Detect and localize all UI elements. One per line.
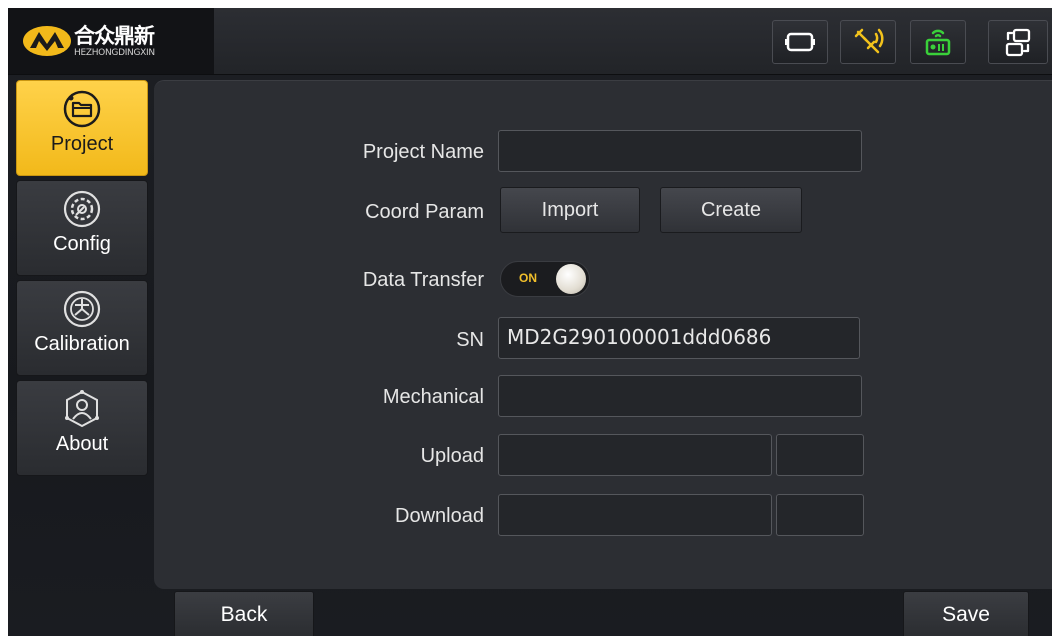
logo-mark-icon <box>23 26 71 56</box>
radio-icon <box>925 29 951 56</box>
data-transfer-label: Data Transfer <box>362 269 484 291</box>
project-panel: Project Name Coord Param Import Create D… <box>154 80 1052 589</box>
sidebar-item-label: Config <box>53 233 111 255</box>
sidebar-item-about[interactable]: About <box>16 380 148 476</box>
satellite-icon <box>854 28 884 54</box>
sn-field[interactable]: MD2G290100001ddd0686 <box>498 317 860 359</box>
switch-button[interactable] <box>988 20 1048 64</box>
mechanical-field[interactable] <box>498 375 862 417</box>
mechanical-label: Mechanical <box>382 386 484 408</box>
folder-icon <box>63 90 101 128</box>
toggle-state-text: ON <box>519 271 537 285</box>
brand-logo: 合众鼎新 HEZHONGDINGXIN <box>8 8 214 74</box>
save-button[interactable]: Save <box>903 591 1029 636</box>
upload-field[interactable] <box>498 434 772 476</box>
data-transfer-toggle[interactable]: ON <box>500 261 590 297</box>
sidebar-item-calibration[interactable]: Calibration <box>16 280 148 376</box>
toggle-knob <box>556 264 586 294</box>
sidebar-item-project[interactable]: Project <box>16 80 148 176</box>
import-button[interactable]: Import <box>500 187 640 233</box>
brand-name-cn: 合众鼎新 <box>74 23 155 48</box>
brand-name-en: HEZHONGDINGXIN <box>74 47 155 58</box>
sidebar-item-label: About <box>55 433 109 455</box>
download-label: Download <box>395 505 484 527</box>
screen-icon <box>785 32 815 52</box>
coord-param-label: Coord Param <box>365 201 484 223</box>
gear-icon <box>63 190 101 228</box>
satellite-button[interactable] <box>840 20 896 64</box>
project-name-label: Project Name <box>362 141 484 163</box>
upload-label: Upload <box>420 445 484 467</box>
top-bar: 合众鼎新 HEZHONGDINGXIN <box>8 8 1052 75</box>
screen-button[interactable] <box>772 20 828 64</box>
about-icon <box>65 390 99 428</box>
back-button[interactable]: Back <box>174 591 314 636</box>
download-field[interactable] <box>498 494 772 536</box>
sn-label: SN <box>456 329 484 351</box>
download-extra-field[interactable] <box>776 494 864 536</box>
upload-extra-field[interactable] <box>776 434 864 476</box>
switch-icon <box>1005 28 1031 57</box>
sidebar-item-label: Project <box>50 133 114 155</box>
app-window: 合众鼎新 HEZHONGDINGXIN Project Config Calib… <box>8 8 1052 636</box>
create-button[interactable]: Create <box>660 187 802 233</box>
radio-button[interactable] <box>910 20 966 64</box>
project-name-input[interactable] <box>498 130 862 172</box>
sidebar-item-label: Calibration <box>34 333 130 355</box>
calibration-icon <box>63 290 101 328</box>
sidebar-item-config[interactable]: Config <box>16 180 148 276</box>
